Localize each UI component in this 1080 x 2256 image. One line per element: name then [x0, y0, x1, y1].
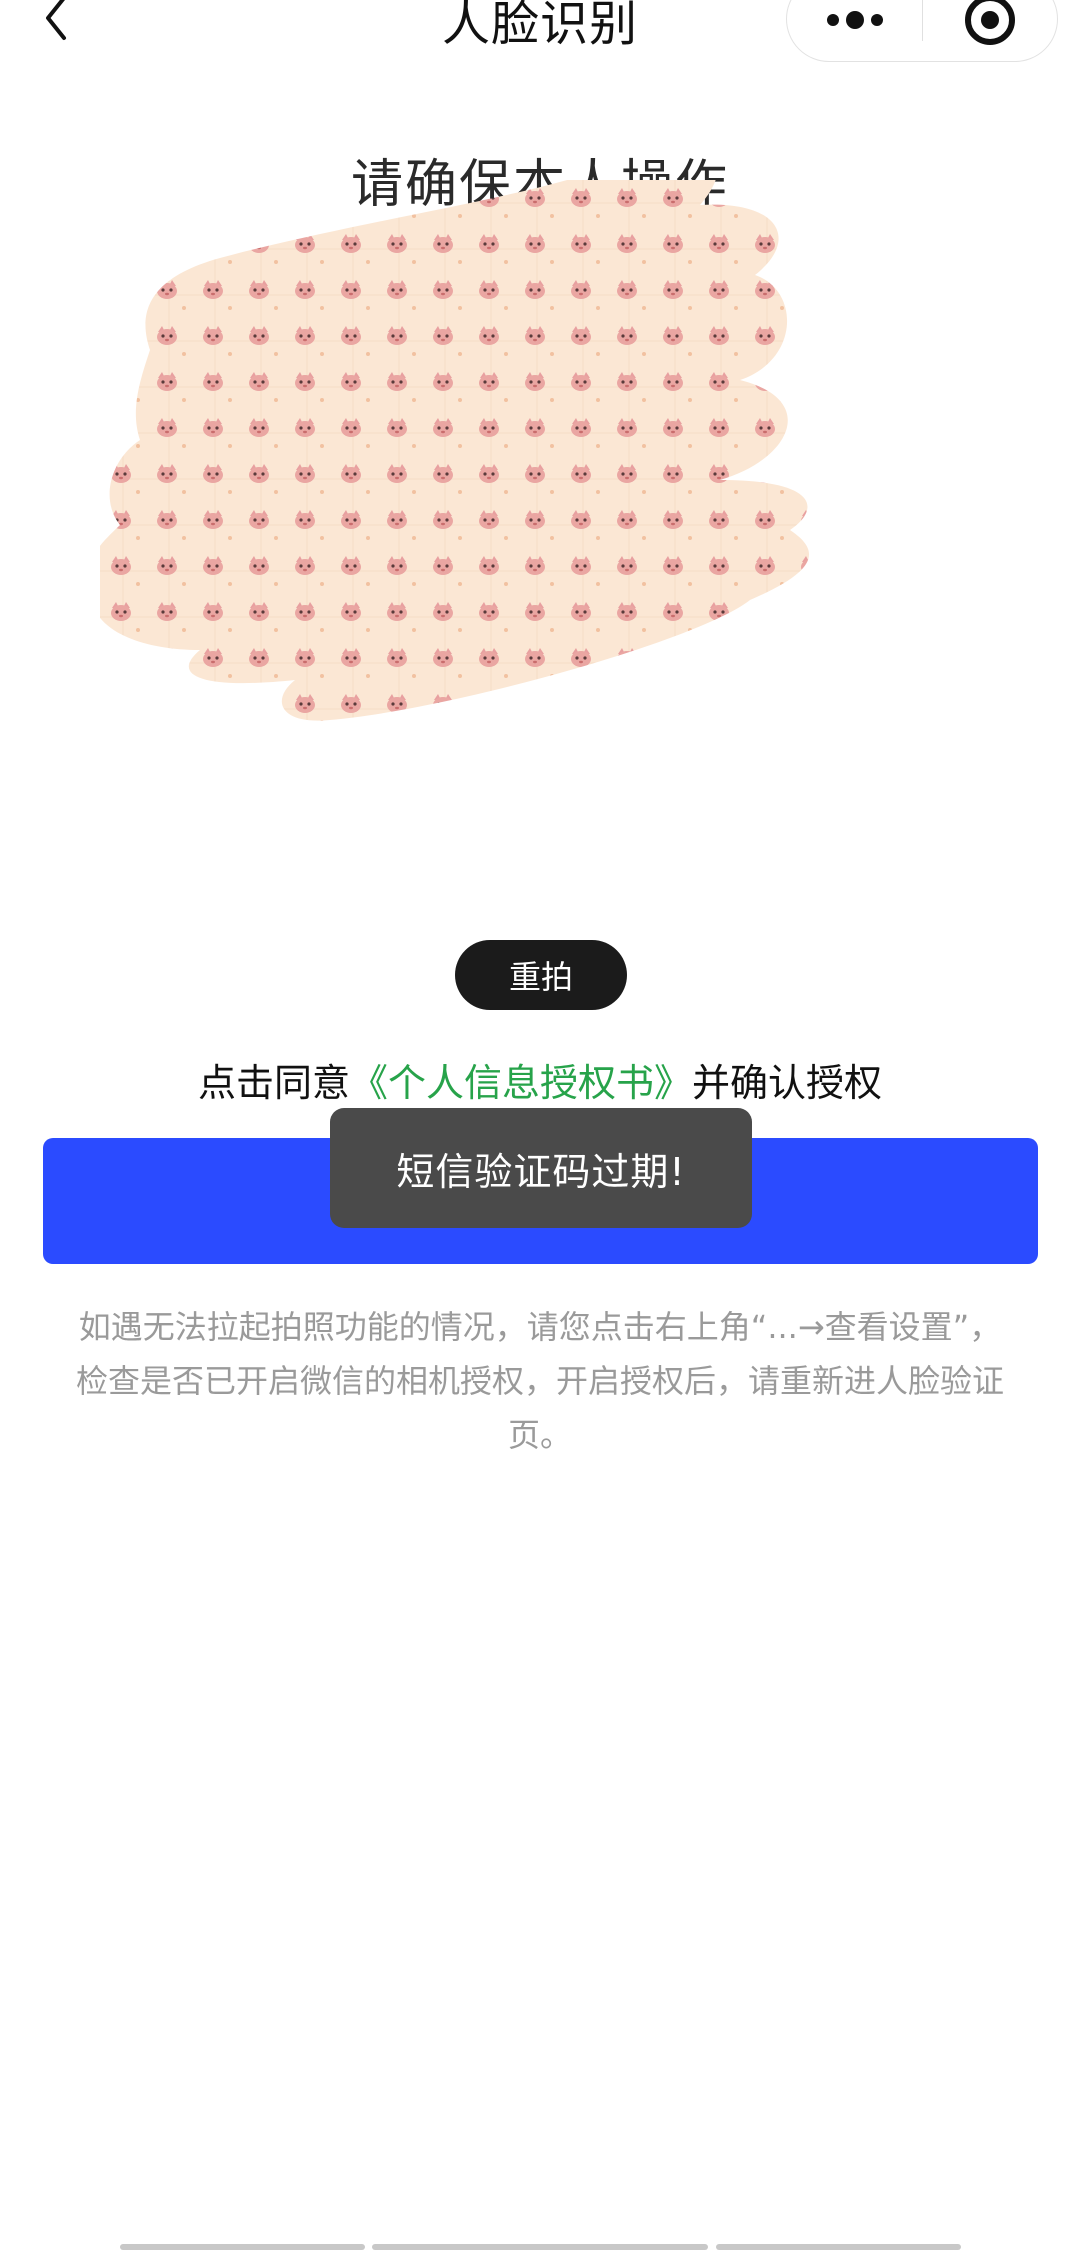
face-recognition-page: 人脸识别 请确保本人操作 重拍 点击同意《个人信息授权书》并确认授权 短信验证码… — [0, 0, 1080, 2256]
agreement-line: 点击同意《个人信息授权书》并确认授权 — [0, 1052, 1080, 1107]
mini-program-capsule — [786, 0, 1058, 62]
home-indicator-center — [372, 2244, 708, 2250]
retake-button[interactable]: 重拍 — [455, 940, 627, 1010]
target-circle-icon — [965, 0, 1015, 45]
home-indicator-left — [120, 2244, 365, 2250]
close-miniprogram-button[interactable] — [923, 0, 1057, 63]
agreement-prefix: 点击同意 — [197, 1061, 350, 1105]
agreement-suffix: 并确认授权 — [692, 1061, 883, 1105]
home-indicator-right — [716, 2244, 961, 2250]
more-dots-icon — [827, 11, 883, 29]
authorization-document-link[interactable]: 《个人信息授权书》 — [350, 1061, 692, 1105]
captured-photo — [100, 180, 809, 721]
more-button[interactable] — [787, 0, 922, 63]
nav-bar: 人脸识别 — [0, 0, 1080, 80]
help-text: 如遇无法拉起拍照功能的情况，请您点击右上角“...→查看设置”，检查是否已开启微… — [75, 1308, 1004, 1454]
toast-message: 短信验证码过期! — [330, 1108, 752, 1228]
